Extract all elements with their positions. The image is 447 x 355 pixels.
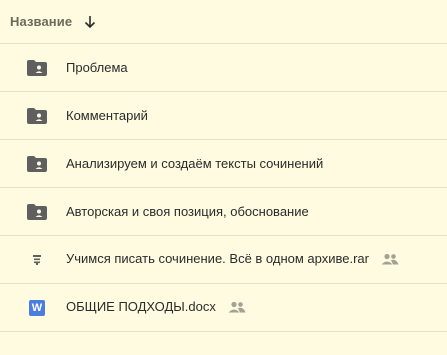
list-item[interactable]: Анализируем и создаём тексты сочинений bbox=[0, 140, 447, 188]
file-name: Проблема bbox=[66, 60, 128, 75]
shared-folder-icon bbox=[27, 106, 47, 126]
arrow-down-icon[interactable] bbox=[84, 14, 98, 30]
word-doc-icon: W bbox=[27, 298, 47, 318]
word-badge: W bbox=[29, 299, 45, 316]
file-name-with-badge: Учимся писать сочинение. Всё в одном арх… bbox=[66, 251, 399, 268]
file-name: Комментарий bbox=[66, 108, 148, 123]
file-name: ОБЩИЕ ПОДХОДЫ.docx bbox=[66, 299, 216, 314]
file-name: Учимся писать сочинение. Всё в одном арх… bbox=[66, 251, 369, 266]
file-name: Авторская и своя позиция, обоснование bbox=[66, 204, 309, 219]
shared-people-icon bbox=[381, 253, 399, 268]
shared-folder-icon bbox=[27, 58, 47, 78]
file-name-with-badge: ОБЩИЕ ПОДХОДЫ.docx bbox=[66, 299, 246, 316]
list-header: Название bbox=[0, 0, 447, 44]
list-item[interactable]: Проблема bbox=[0, 44, 447, 92]
file-name: Анализируем и создаём тексты сочинений bbox=[66, 156, 324, 171]
name-column-header[interactable]: Название bbox=[10, 14, 72, 29]
list-item[interactable]: W ОБЩИЕ ПОДХОДЫ.docx bbox=[0, 284, 447, 332]
shared-people-icon bbox=[228, 301, 246, 316]
list-item[interactable]: Комментарий bbox=[0, 92, 447, 140]
list-item[interactable]: Учимся писать сочинение. Всё в одном арх… bbox=[0, 236, 447, 284]
shared-folder-icon bbox=[27, 202, 47, 222]
list-item[interactable]: Авторская и своя позиция, обоснование bbox=[0, 188, 447, 236]
shared-folder-icon bbox=[27, 154, 47, 174]
file-list: Проблема Комментарий Анализируем и созда… bbox=[0, 44, 447, 332]
archive-icon bbox=[27, 250, 47, 270]
